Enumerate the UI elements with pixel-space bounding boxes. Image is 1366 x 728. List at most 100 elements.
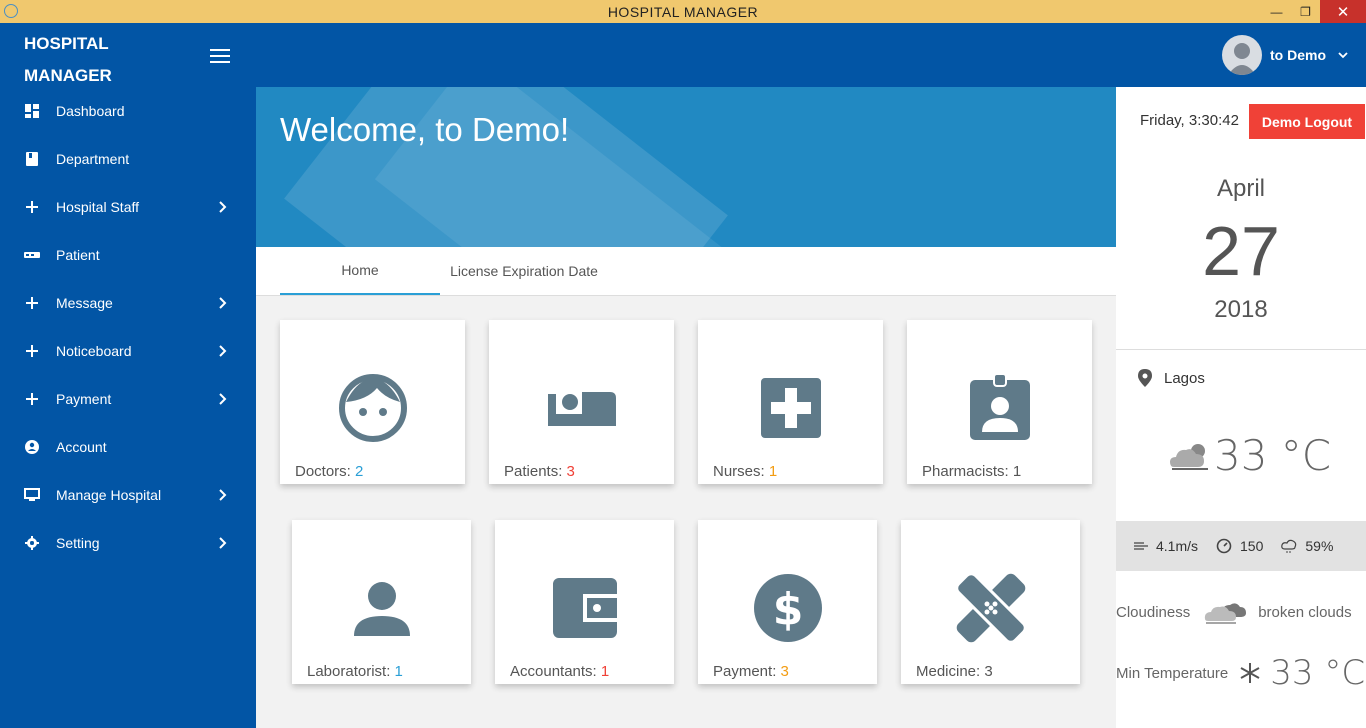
card-label-text: Medicine:: [916, 663, 985, 680]
window-title: HOSPITAL MANAGER: [607, 3, 759, 20]
card-label: Pharmacists: 1: [922, 463, 1021, 480]
card-label: Nurses: 1: [713, 463, 777, 480]
minimize-button[interactable]: —: [1262, 0, 1291, 23]
close-button[interactable]: ✕: [1320, 0, 1366, 23]
card-patients[interactable]: Patients: 3: [489, 320, 674, 484]
sidebar-item-message[interactable]: Message: [0, 279, 256, 327]
app-icon: [4, 4, 18, 18]
card-label-text: Patients:: [504, 463, 567, 480]
hotel-bed-icon: [547, 392, 616, 426]
wind-icon: [1134, 542, 1148, 550]
chevron-right-icon: [217, 391, 229, 407]
card-label-text: Payment:: [713, 663, 781, 680]
card-count: 1: [600, 663, 610, 680]
date-month: April: [1216, 175, 1265, 202]
sidebar-item-label: Noticeboard: [56, 343, 132, 359]
card-count: 1: [768, 463, 778, 480]
card-count: 1: [394, 663, 403, 680]
sidebar-item-payment[interactable]: Payment: [0, 375, 256, 423]
date-day: 27: [1202, 212, 1280, 290]
chevron-right-icon: [217, 535, 229, 551]
sidebar-item-label: Payment: [56, 391, 112, 407]
sidebar: HOSPITAL MANAGER Dashboard Department Ho…: [0, 23, 256, 728]
right-panel: Friday, 3:30:42 Demo Logout April 27 201…: [1116, 87, 1366, 728]
avatar: [1222, 35, 1262, 75]
user-name: to Demo: [1270, 47, 1326, 63]
weather-stats: 4.1m/s 150 59%: [1116, 521, 1366, 571]
card-pharmacists[interactable]: Pharmacists: 1: [907, 320, 1092, 484]
window-titlebar: HOSPITAL MANAGER — ❐ ✕: [0, 0, 1366, 23]
chevron-right-icon: [217, 295, 229, 311]
card-medicine[interactable]: Medicine: 3: [901, 520, 1080, 684]
card-label: Medicine: 3: [916, 663, 993, 680]
sidebar-nav: Dashboard Department Hospital Staff Pati…: [0, 87, 256, 567]
hamburger-bar: [210, 55, 230, 57]
card-label: Laboratorist: 1: [307, 663, 403, 680]
card-count: 3: [984, 663, 993, 680]
menu-toggle-button[interactable]: [210, 49, 230, 63]
chevron-right-icon: [217, 199, 229, 215]
pressure-stat: 150: [1216, 538, 1263, 554]
weather-current: 33 °C: [1168, 431, 1331, 480]
card-laboratorist[interactable]: Laboratorist: 1: [292, 520, 471, 684]
sidebar-item-label: Manage Hospital: [56, 487, 162, 503]
location-name: Lagos: [1164, 369, 1205, 387]
min-temp-value: 33 °C: [1270, 653, 1366, 693]
plus-icon: [24, 199, 40, 215]
welcome-banner: Welcome, to Demo!: [256, 87, 1116, 247]
sidebar-item-account[interactable]: Account: [0, 423, 256, 471]
humidity-stat: 59%: [1281, 538, 1333, 554]
card-label: Patients: 3: [504, 463, 575, 480]
sidebar-item-label: Message: [56, 295, 113, 311]
card-label-text: Laboratorist:: [307, 663, 395, 680]
tab-home[interactable]: Home: [280, 247, 440, 295]
sidebar-item-department[interactable]: Department: [0, 135, 256, 183]
card-count: 2: [355, 463, 364, 480]
window-controls: — ❐ ✕: [1262, 0, 1366, 23]
card-payment[interactable]: $ Payment: 3: [698, 520, 877, 684]
sidebar-item-label: Setting: [56, 535, 100, 551]
sidebar-item-label: Department: [56, 151, 130, 167]
location-pin-icon: [1138, 369, 1152, 387]
card-accountants[interactable]: Accountants: 1: [495, 520, 674, 684]
card-doctors[interactable]: Doctors: 2: [280, 320, 465, 484]
card-label: Payment: 3: [713, 663, 789, 680]
main-content: Welcome, to Demo! Home License Expiratio…: [256, 87, 1116, 728]
gear-icon: [24, 535, 40, 551]
sidebar-item-noticeboard[interactable]: Noticeboard: [0, 327, 256, 375]
card-nurses[interactable]: Nurses: 1: [698, 320, 883, 484]
card-label-text: Pharmacists:: [922, 463, 1013, 480]
sidebar-item-manage-hospital[interactable]: Manage Hospital: [0, 471, 256, 519]
card-label: Accountants: 1: [510, 663, 609, 680]
temperature: 33 °C: [1214, 431, 1332, 480]
top-app-bar: to Demo: [256, 23, 1366, 87]
logout-button[interactable]: Demo Logout: [1249, 104, 1365, 139]
cloudiness-label: Cloudiness: [1116, 603, 1191, 621]
sidebar-item-label: Dashboard: [56, 103, 125, 119]
sidebar-item-hospital-staff[interactable]: Hospital Staff: [0, 183, 256, 231]
plus-icon: [24, 343, 40, 359]
plus-icon: [24, 295, 40, 311]
card-label-text: Accountants:: [510, 663, 601, 680]
medical-cross-icon: [760, 378, 821, 438]
dollar-icon: $: [753, 574, 822, 642]
sidebar-item-setting[interactable]: Setting: [0, 519, 256, 567]
plus-icon: [24, 391, 40, 407]
weather-location: Lagos: [1138, 369, 1205, 387]
card-label-text: Doctors:: [295, 463, 356, 480]
book-icon: [24, 151, 40, 167]
bed-icon: [24, 247, 40, 263]
dashboard-icon: [24, 103, 40, 119]
tab-license-expiration-date[interactable]: License Expiration Date: [440, 247, 608, 295]
wind-speed: 4.1m/s: [1156, 538, 1199, 554]
chevron-right-icon: [217, 343, 229, 359]
hamburger-bar: [210, 61, 230, 63]
restore-button[interactable]: ❐: [1291, 0, 1320, 23]
min-temperature-row: Min Temperature 33 °C: [1116, 653, 1366, 693]
user-menu[interactable]: to Demo: [1222, 35, 1348, 75]
sidebar-item-patient[interactable]: Patient: [0, 231, 256, 279]
chevron-right-icon: [217, 487, 229, 503]
card-count: 3: [566, 463, 575, 480]
humidity-cloud-icon: [1281, 539, 1297, 553]
sidebar-item-dashboard[interactable]: Dashboard: [0, 87, 256, 135]
